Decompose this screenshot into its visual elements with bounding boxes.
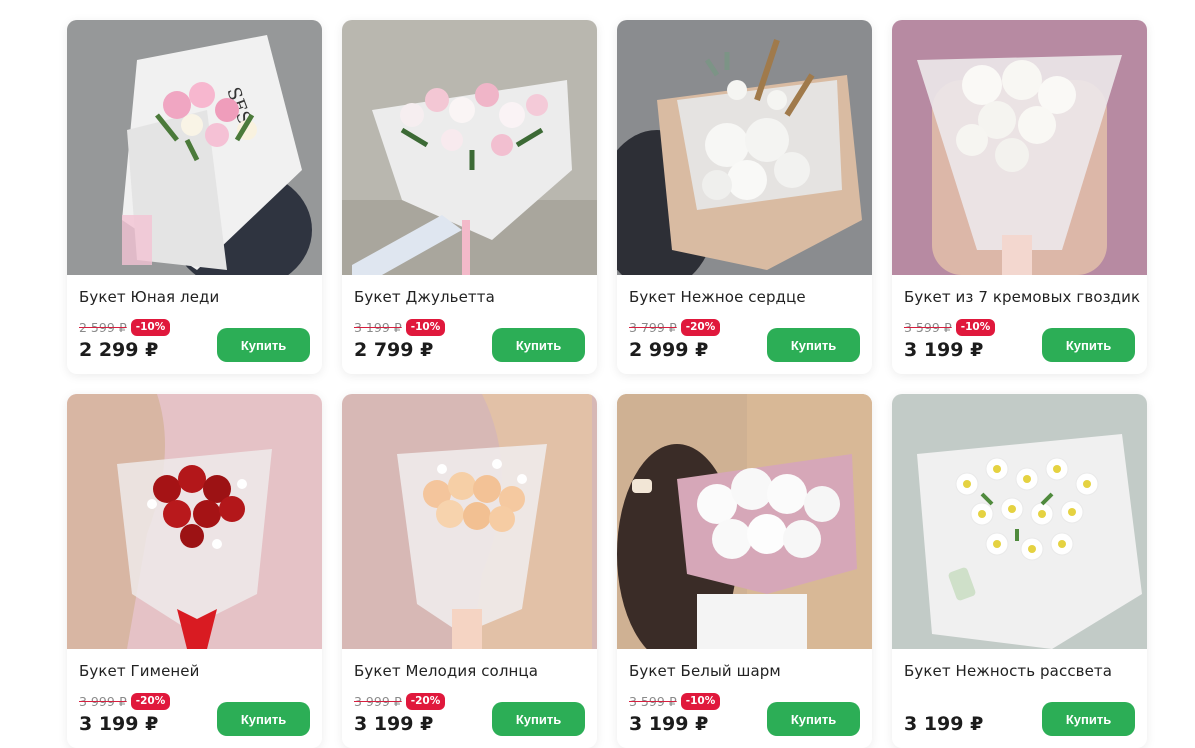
current-price: 2 299 ₽ bbox=[79, 339, 159, 361]
current-price: 3 199 ₽ bbox=[354, 713, 434, 735]
buy-button[interactable]: Купить bbox=[217, 328, 310, 362]
product-card[interactable]: Букет Белый шарм 3 599 ₽ -10% 3 199 ₽ Ку… bbox=[617, 394, 872, 748]
old-price-row: 3 599 ₽ -10% bbox=[904, 319, 996, 336]
old-price-row: 3 799 ₽ -20% bbox=[629, 319, 721, 336]
old-price-row: 2 599 ₽ -10% bbox=[79, 319, 171, 336]
product-photo[interactable] bbox=[67, 394, 322, 649]
old-price-row: 3 599 ₽ -10% bbox=[629, 693, 721, 710]
discount-badge: -10% bbox=[955, 319, 996, 336]
product-title[interactable]: Букет Нежность рассвета bbox=[904, 662, 1112, 680]
buy-button[interactable]: Купить bbox=[1042, 702, 1135, 736]
product-title[interactable]: Букет Мелодия солнца bbox=[354, 662, 538, 680]
old-price: 2 599 ₽ bbox=[79, 320, 127, 335]
product-photo[interactable] bbox=[892, 394, 1147, 649]
buy-button[interactable]: Купить bbox=[492, 328, 585, 362]
current-price: 3 199 ₽ bbox=[79, 713, 159, 735]
old-price: 3 599 ₽ bbox=[629, 694, 677, 709]
current-price: 3 199 ₽ bbox=[629, 713, 709, 735]
product-grid: SES Букет Юная леди 2 599 ₽ -10% 2 299 ₽… bbox=[67, 20, 1147, 748]
buy-button[interactable]: Купить bbox=[767, 328, 860, 362]
old-price-row: 3 999 ₽ -20% bbox=[79, 693, 171, 710]
product-card[interactable]: Букет Джульетта 3 199 ₽ -10% 2 799 ₽ Куп… bbox=[342, 20, 597, 374]
discount-badge: -20% bbox=[405, 693, 446, 710]
product-title[interactable]: Букет Белый шарм bbox=[629, 662, 781, 680]
discount-badge: -10% bbox=[130, 319, 171, 336]
old-price-row: 3 199 ₽ -10% bbox=[354, 319, 446, 336]
current-price: 3 199 ₽ bbox=[904, 713, 984, 735]
product-title[interactable]: Букет Джульетта bbox=[354, 288, 495, 306]
old-price: 3 999 ₽ bbox=[354, 694, 402, 709]
old-price: 3 799 ₽ bbox=[629, 320, 677, 335]
product-card[interactable]: Букет Мелодия солнца 3 999 ₽ -20% 3 199 … bbox=[342, 394, 597, 748]
product-title[interactable]: Букет из 7 кремовых гвоздик bbox=[904, 288, 1140, 306]
product-card[interactable]: Букет из 7 кремовых гвоздик 3 599 ₽ -10%… bbox=[892, 20, 1147, 374]
discount-badge: -10% bbox=[680, 693, 721, 710]
product-card[interactable]: Букет Нежное сердце 3 799 ₽ -20% 2 999 ₽… bbox=[617, 20, 872, 374]
current-price: 2 999 ₽ bbox=[629, 339, 709, 361]
product-title[interactable]: Букет Нежное сердце bbox=[629, 288, 806, 306]
product-card[interactable]: Букет Гименей 3 999 ₽ -20% 3 199 ₽ Купит… bbox=[67, 394, 322, 748]
buy-button[interactable]: Купить bbox=[492, 702, 585, 736]
product-card[interactable]: Букет Нежность рассвета 3 199 ₽ Купить bbox=[892, 394, 1147, 748]
product-photo[interactable] bbox=[892, 20, 1147, 275]
old-price-row: 3 999 ₽ -20% bbox=[354, 693, 446, 710]
buy-button[interactable]: Купить bbox=[217, 702, 310, 736]
product-photo[interactable]: SES bbox=[67, 20, 322, 275]
product-photo[interactable] bbox=[617, 20, 872, 275]
discount-badge: -20% bbox=[680, 319, 721, 336]
buy-button[interactable]: Купить bbox=[1042, 328, 1135, 362]
product-card[interactable]: SES Букет Юная леди 2 599 ₽ -10% 2 299 ₽… bbox=[67, 20, 322, 374]
product-photo[interactable] bbox=[617, 394, 872, 649]
product-photo[interactable] bbox=[342, 394, 597, 649]
current-price: 2 799 ₽ bbox=[354, 339, 434, 361]
old-price: 3 999 ₽ bbox=[79, 694, 127, 709]
discount-badge: -10% bbox=[405, 319, 446, 336]
product-photo[interactable] bbox=[342, 20, 597, 275]
product-title[interactable]: Букет Юная леди bbox=[79, 288, 219, 306]
old-price: 3 599 ₽ bbox=[904, 320, 952, 335]
buy-button[interactable]: Купить bbox=[767, 702, 860, 736]
discount-badge: -20% bbox=[130, 693, 171, 710]
old-price: 3 199 ₽ bbox=[354, 320, 402, 335]
current-price: 3 199 ₽ bbox=[904, 339, 984, 361]
product-title[interactable]: Букет Гименей bbox=[79, 662, 200, 680]
